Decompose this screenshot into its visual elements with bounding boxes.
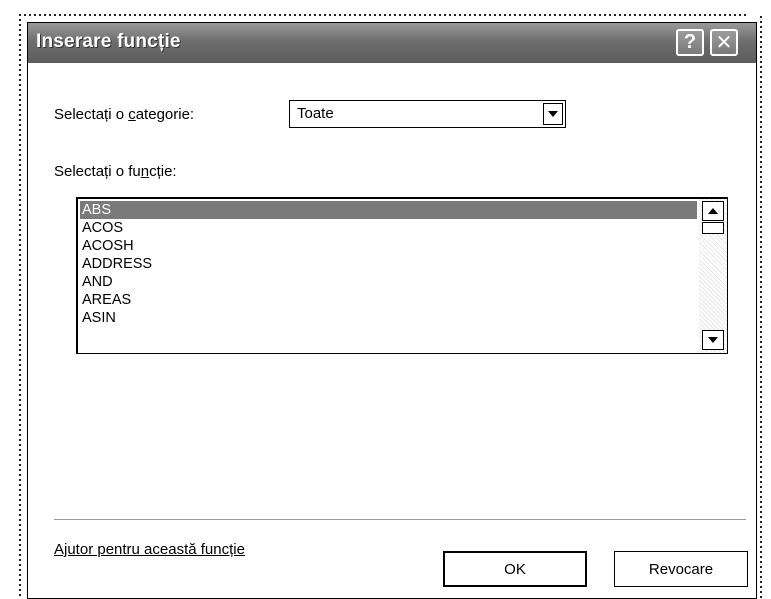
scroll-down-button[interactable]	[702, 330, 724, 350]
frame-border-left	[19, 14, 21, 599]
help-icon: ?	[683, 31, 697, 53]
scrollbar-thumb[interactable]	[702, 222, 724, 234]
cancel-button[interactable]: Revocare	[614, 551, 748, 587]
footer-divider	[54, 519, 746, 523]
arrow-up-icon	[708, 208, 718, 214]
category-select-value: Toate	[297, 105, 334, 122]
category-select[interactable]: Toate	[289, 100, 566, 128]
list-item[interactable]: ASIN	[80, 309, 697, 327]
function-help-link[interactable]: Ajutor pentru această funcție	[54, 541, 245, 558]
ok-button[interactable]: OK	[443, 551, 587, 587]
list-item[interactable]: ACOSH	[80, 237, 697, 255]
list-item[interactable]: ADDRESS	[80, 255, 697, 273]
category-dropdown-button[interactable]	[543, 103, 563, 125]
list-item[interactable]: AND	[80, 273, 697, 291]
list-item[interactable]: ABS	[80, 201, 697, 219]
function-list[interactable]: ABS ACOS ACOSH ADDRESS AND AREAS ASIN	[76, 197, 728, 354]
frame-border-top	[19, 14, 749, 16]
chevron-down-icon	[548, 111, 558, 117]
insert-function-dialog: Inserare funcție ? ✕ Selectați o categor…	[27, 22, 757, 599]
dialog-title: Inserare funcție	[36, 31, 181, 52]
frame-border-right	[760, 16, 762, 599]
title-bar[interactable]: Inserare funcție ? ✕	[28, 23, 756, 63]
help-button[interactable]: ?	[676, 29, 704, 56]
category-label: Selectați o categorie:	[54, 106, 195, 123]
scroll-up-button[interactable]	[702, 201, 724, 221]
function-label: Selectați o funcție:	[54, 163, 177, 180]
function-list-items: ABS ACOS ACOSH ADDRESS AND AREAS ASIN	[80, 201, 697, 327]
close-icon: ✕	[715, 32, 733, 54]
arrow-down-icon	[708, 337, 718, 343]
function-list-scrollbar[interactable]	[699, 199, 727, 353]
list-item[interactable]: AREAS	[80, 291, 697, 309]
close-button[interactable]: ✕	[710, 29, 738, 56]
list-item[interactable]: ACOS	[80, 219, 697, 237]
